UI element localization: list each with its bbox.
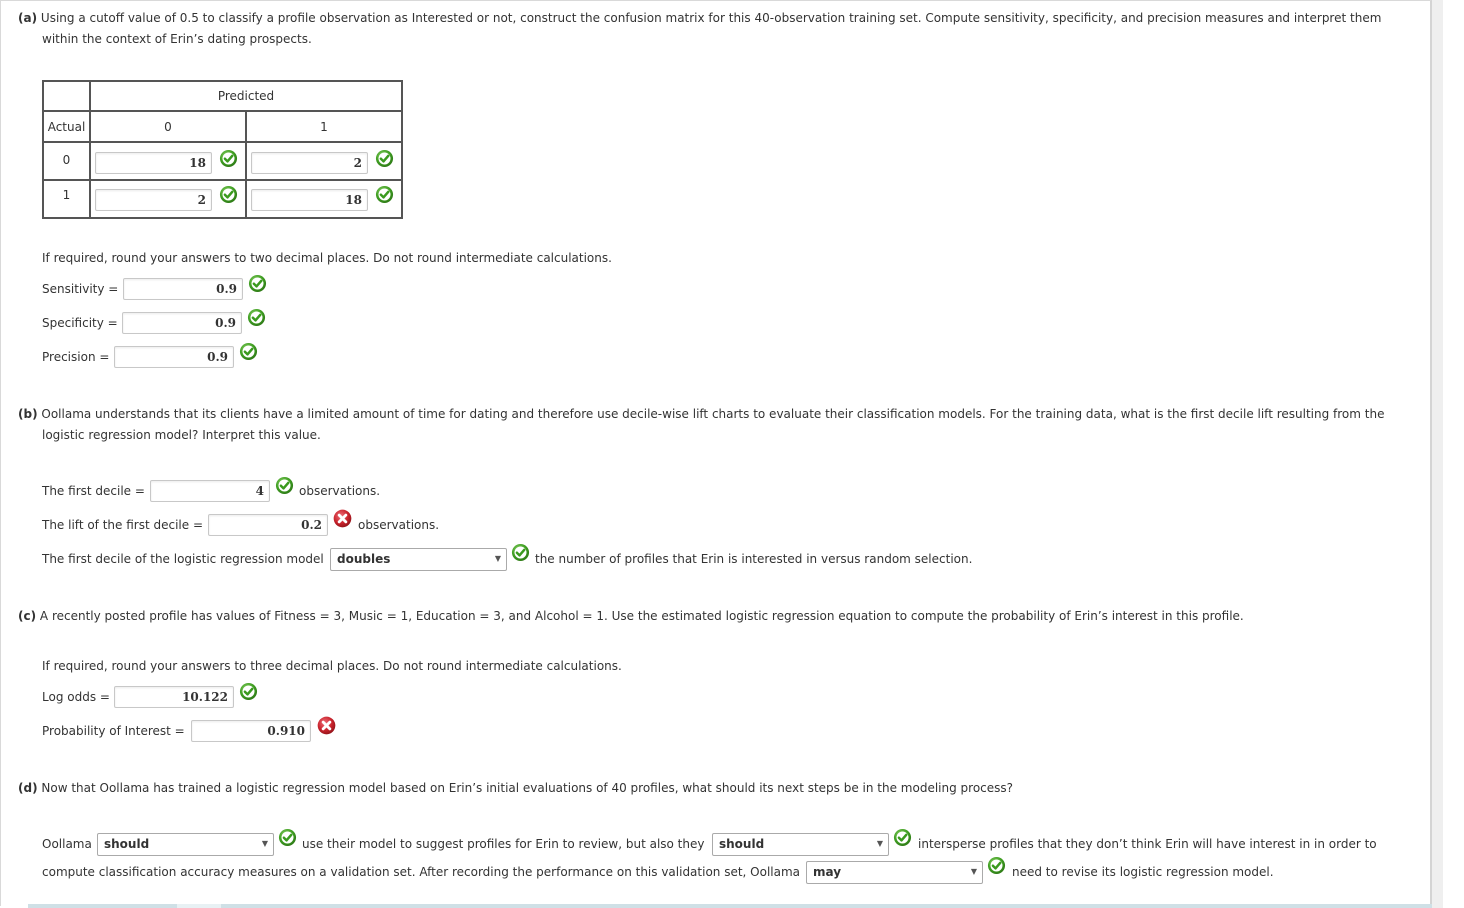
matrix-cell-1-0: 2 <box>89 179 247 219</box>
correct-check-icon <box>219 149 238 168</box>
interpretation-prefix: The first decile of the logistic regress… <box>42 552 324 566</box>
first-decile-label: The first decile = <box>42 484 145 498</box>
dropdown-arrow-icon: ▼ <box>876 839 883 848</box>
matrix-input-0-0[interactable]: 18 <box>95 152 212 174</box>
matrix-row-label-1: 1 <box>42 179 91 219</box>
matrix-col-label-0: 0 <box>89 110 247 143</box>
part-c-text: A recently posted profile has values of … <box>39 609 1244 623</box>
part-d-select-1[interactable]: should ▼ <box>97 833 274 856</box>
matrix-cell-0-0: 18 <box>89 141 247 181</box>
part-a-prompt: (a) Using a cutoff value of 0.5 to class… <box>18 8 1381 29</box>
part-a-text-line2: within the context of Erin’s dating pros… <box>42 32 312 46</box>
precision-label: Precision = <box>42 350 110 364</box>
correct-check-icon <box>511 543 530 562</box>
part-b-text-line2: logistic regression model? Interpret thi… <box>42 428 321 442</box>
precision-input[interactable]: 0.9 <box>114 346 234 368</box>
lift-label: The lift of the first decile = <box>42 518 204 532</box>
lift-input[interactable]: 0.2 <box>208 514 328 536</box>
part-d-select-2[interactable]: should ▼ <box>712 833 889 856</box>
dropdown-arrow-icon: ▼ <box>261 839 268 848</box>
correct-check-icon <box>248 274 267 293</box>
part-d-line1-suffix: intersperse profiles that they don’t thi… <box>918 837 1377 851</box>
part-b-text-line1: Oollama understands that its clients hav… <box>41 407 1385 421</box>
matrix-input-1-0[interactable]: 2 <box>95 189 212 211</box>
probability-label: Probability of Interest = <box>42 724 185 738</box>
correct-check-icon <box>278 828 297 847</box>
part-d-line2-prefix: compute classification accuracy measures… <box>42 865 801 879</box>
interpretation-selected-value: doubles <box>337 552 391 566</box>
sensitivity-input[interactable]: 0.9 <box>123 278 243 300</box>
correct-check-icon <box>247 308 266 327</box>
correct-check-icon <box>987 856 1006 875</box>
part-a-rounding-instruction: If required, round your answers to two d… <box>42 251 612 265</box>
part-d-prompt: (d) Now that Oollama has trained a logis… <box>18 778 1013 799</box>
part-d-select-3[interactable]: may ▼ <box>806 861 983 884</box>
specificity-label: Specificity = <box>42 316 118 330</box>
correct-check-icon <box>239 342 258 361</box>
confusion-matrix: Predicted Actual 0 1 0 18 2 1 2 18 <box>42 80 403 219</box>
log-odds-input[interactable]: 10.122 <box>114 686 234 708</box>
correct-check-icon <box>375 185 394 204</box>
part-b-prompt: (b) Oollama understands that its clients… <box>18 404 1384 425</box>
matrix-row-label-0: 0 <box>42 141 91 181</box>
matrix-cell-0-1: 2 <box>245 141 403 181</box>
part-a-label: (a) <box>18 11 38 25</box>
part-c-prompt: (c) A recently posted profile has values… <box>18 606 1244 627</box>
part-d-line2-suffix: need to revise its logistic regression m… <box>1012 865 1274 879</box>
part-d-text: Now that Oollama has trained a logistic … <box>41 781 1014 795</box>
sensitivity-label: Sensitivity = <box>42 282 119 296</box>
probability-input[interactable]: 0.910 <box>191 720 311 742</box>
log-odds-label: Log odds = <box>42 690 110 704</box>
part-b-label: (b) <box>18 407 38 421</box>
lift-suffix: observations. <box>358 518 440 532</box>
bottom-navigation-bar <box>28 904 1432 908</box>
incorrect-x-icon <box>317 716 336 735</box>
dropdown-arrow-icon: ▼ <box>494 554 501 563</box>
specificity-input[interactable]: 0.9 <box>122 312 242 334</box>
matrix-input-0-1[interactable]: 2 <box>251 152 368 174</box>
part-d-line1-mid: use their model to suggest profiles for … <box>302 837 705 851</box>
matrix-header-actual: Actual <box>42 110 91 143</box>
correct-check-icon <box>375 149 394 168</box>
part-c-label: (c) <box>18 609 37 623</box>
select-1-value: should <box>104 837 150 851</box>
correct-check-icon <box>219 185 238 204</box>
scrollbar-track[interactable] <box>1432 0 1443 908</box>
matrix-header-predicted: Predicted <box>89 80 403 112</box>
first-decile-input[interactable]: 4 <box>150 480 270 502</box>
part-d-line1-prefix: Oollama <box>42 837 92 851</box>
select-3-value: may <box>813 865 842 879</box>
matrix-corner-cell <box>42 80 91 112</box>
part-a-text-line1: Using a cutoff value of 0.5 to classify … <box>40 11 1382 25</box>
part-d-label: (d) <box>18 781 38 795</box>
correct-check-icon <box>893 828 912 847</box>
correct-check-icon <box>239 682 258 701</box>
matrix-cell-1-1: 18 <box>245 179 403 219</box>
correct-check-icon <box>275 476 294 495</box>
incorrect-x-icon <box>333 509 352 528</box>
interpretation-suffix: the number of profiles that Erin is inte… <box>535 552 973 566</box>
matrix-col-label-1: 1 <box>245 110 403 143</box>
part-c-rounding-instruction: If required, round your answers to three… <box>42 659 622 673</box>
first-decile-suffix: observations. <box>299 484 381 498</box>
matrix-input-1-1[interactable]: 18 <box>251 189 368 211</box>
interpretation-select[interactable]: doubles ▼ <box>330 548 507 571</box>
dropdown-arrow-icon: ▼ <box>970 867 977 876</box>
select-2-value: should <box>719 837 765 851</box>
